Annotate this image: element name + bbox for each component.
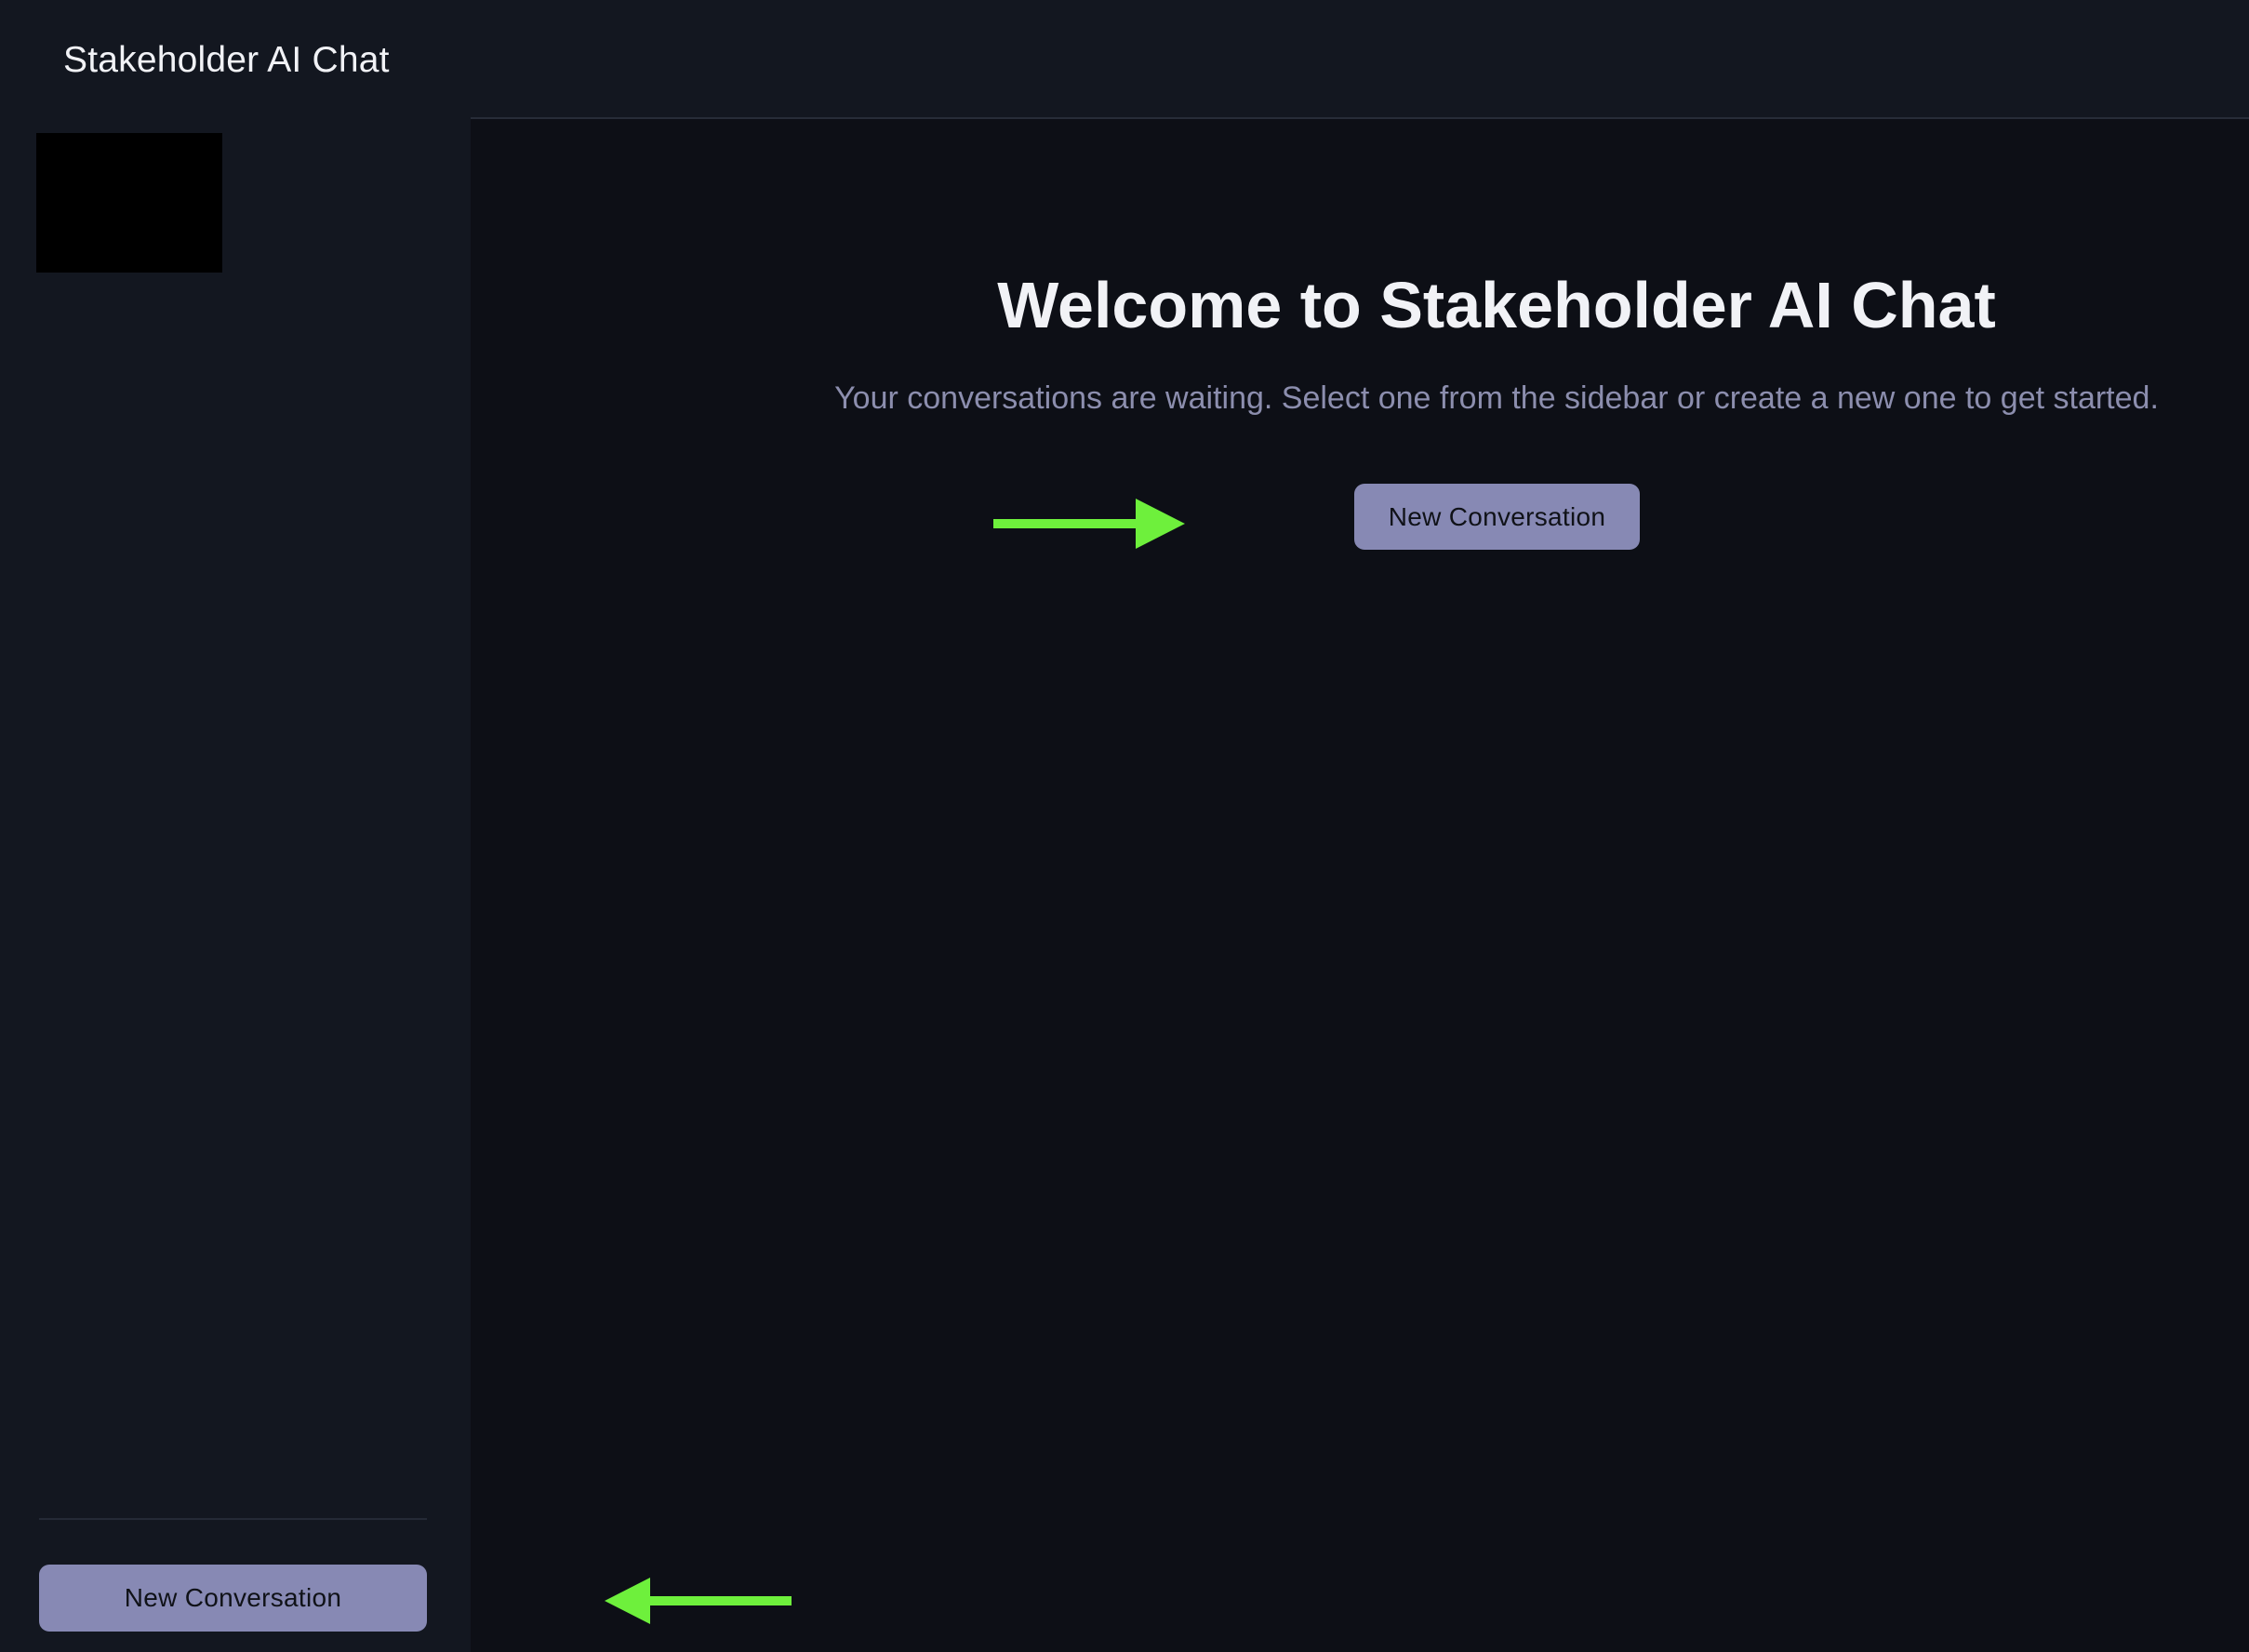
sidebar-divider — [39, 1518, 427, 1520]
app-window: Stakeholder AI Chat New Conversation Wel… — [0, 0, 2249, 1652]
sidebar: Stakeholder AI Chat New Conversation — [0, 0, 471, 1652]
arrow-right-icon — [993, 499, 1185, 549]
app-title: Stakeholder AI Chat — [63, 40, 390, 80]
main-new-conversation-button[interactable]: New Conversation — [1354, 484, 1640, 550]
top-bar — [471, 0, 2249, 119]
welcome-subtitle: Your conversations are waiting. Select o… — [834, 380, 2159, 416]
arrow-left-icon — [605, 1578, 792, 1624]
main-content — [471, 119, 2249, 1652]
welcome-title: Welcome to Stakeholder AI Chat — [997, 269, 1996, 341]
redacted-block — [36, 133, 222, 273]
sidebar-new-conversation-button[interactable]: New Conversation — [39, 1565, 427, 1632]
